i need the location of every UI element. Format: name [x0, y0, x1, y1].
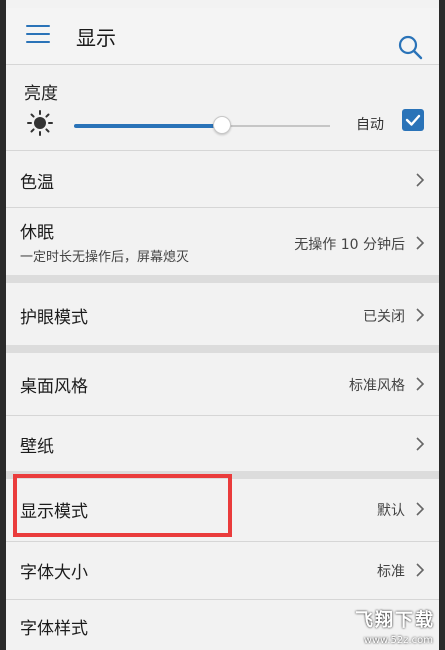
row-label: 护眼模式	[20, 308, 88, 328]
row-font-size[interactable]: 字体大小 标准	[6, 542, 439, 599]
row-sublabel: 一定时长无操作后，屏幕熄灭	[20, 250, 190, 265]
row-value: 已关闭	[363, 309, 405, 325]
app-bar: 显示	[6, 8, 439, 64]
row-sleep[interactable]: 休眠 一定时长无操作后，屏幕熄灭 无操作 10 分钟后	[6, 208, 439, 275]
row-label: 休眠	[20, 223, 54, 243]
row-label: 显示模式	[20, 502, 88, 522]
section-separator	[6, 275, 439, 283]
row-label: 字体大小	[20, 563, 88, 583]
status-bar	[6, 0, 439, 8]
brightness-slider[interactable]	[74, 116, 330, 134]
chevron-right-icon	[416, 563, 425, 577]
chevron-right-icon	[416, 377, 425, 391]
row-value: 标准风格	[349, 378, 405, 394]
row-value: 标准	[377, 564, 405, 580]
chevron-right-icon	[416, 308, 425, 322]
row-value: 默认	[377, 503, 405, 519]
search-icon[interactable]	[397, 34, 423, 60]
auto-brightness-label: 自动	[356, 117, 384, 133]
row-display-mode[interactable]: 显示模式 默认	[6, 479, 439, 541]
slider-thumb[interactable]	[213, 116, 232, 134]
page-title: 显示	[76, 26, 116, 50]
brightness-icon	[27, 110, 53, 136]
chevron-right-icon	[416, 236, 425, 250]
chevron-right-icon	[416, 173, 425, 187]
auto-brightness-checkbox[interactable]	[402, 109, 424, 131]
row-label: 壁纸	[20, 437, 54, 457]
settings-screen: 显示 亮度 自动 色温 休眠 一定时长无操作后，屏幕熄灭 无操作 10 分钟后 …	[6, 0, 439, 650]
watermark-text: 飞翔下载	[355, 610, 435, 631]
section-separator	[6, 345, 439, 353]
row-eye-care[interactable]: 护眼模式 已关闭	[6, 283, 439, 345]
slider-fill	[74, 124, 223, 128]
row-label: 色温	[20, 173, 54, 193]
row-label: 字体样式	[20, 619, 88, 639]
row-value: 无操作 10 分钟后	[294, 237, 405, 253]
chevron-right-icon	[416, 502, 425, 516]
row-color-temperature[interactable]: 色温	[6, 151, 439, 207]
watermark-url: www.52z.com	[363, 635, 433, 646]
row-label: 桌面风格	[20, 377, 88, 397]
menu-icon[interactable]	[26, 25, 50, 45]
brightness-label: 亮度	[24, 84, 58, 104]
check-icon	[405, 114, 421, 126]
watermark-logo: 飞翔下载 www.52z.com	[335, 604, 445, 650]
brightness-section: 亮度	[6, 65, 439, 150]
section-separator	[6, 471, 439, 479]
row-desktop-style[interactable]: 桌面风格 标准风格	[6, 353, 439, 415]
chevron-right-icon	[416, 437, 425, 451]
row-wallpaper[interactable]: 壁纸	[6, 416, 439, 471]
